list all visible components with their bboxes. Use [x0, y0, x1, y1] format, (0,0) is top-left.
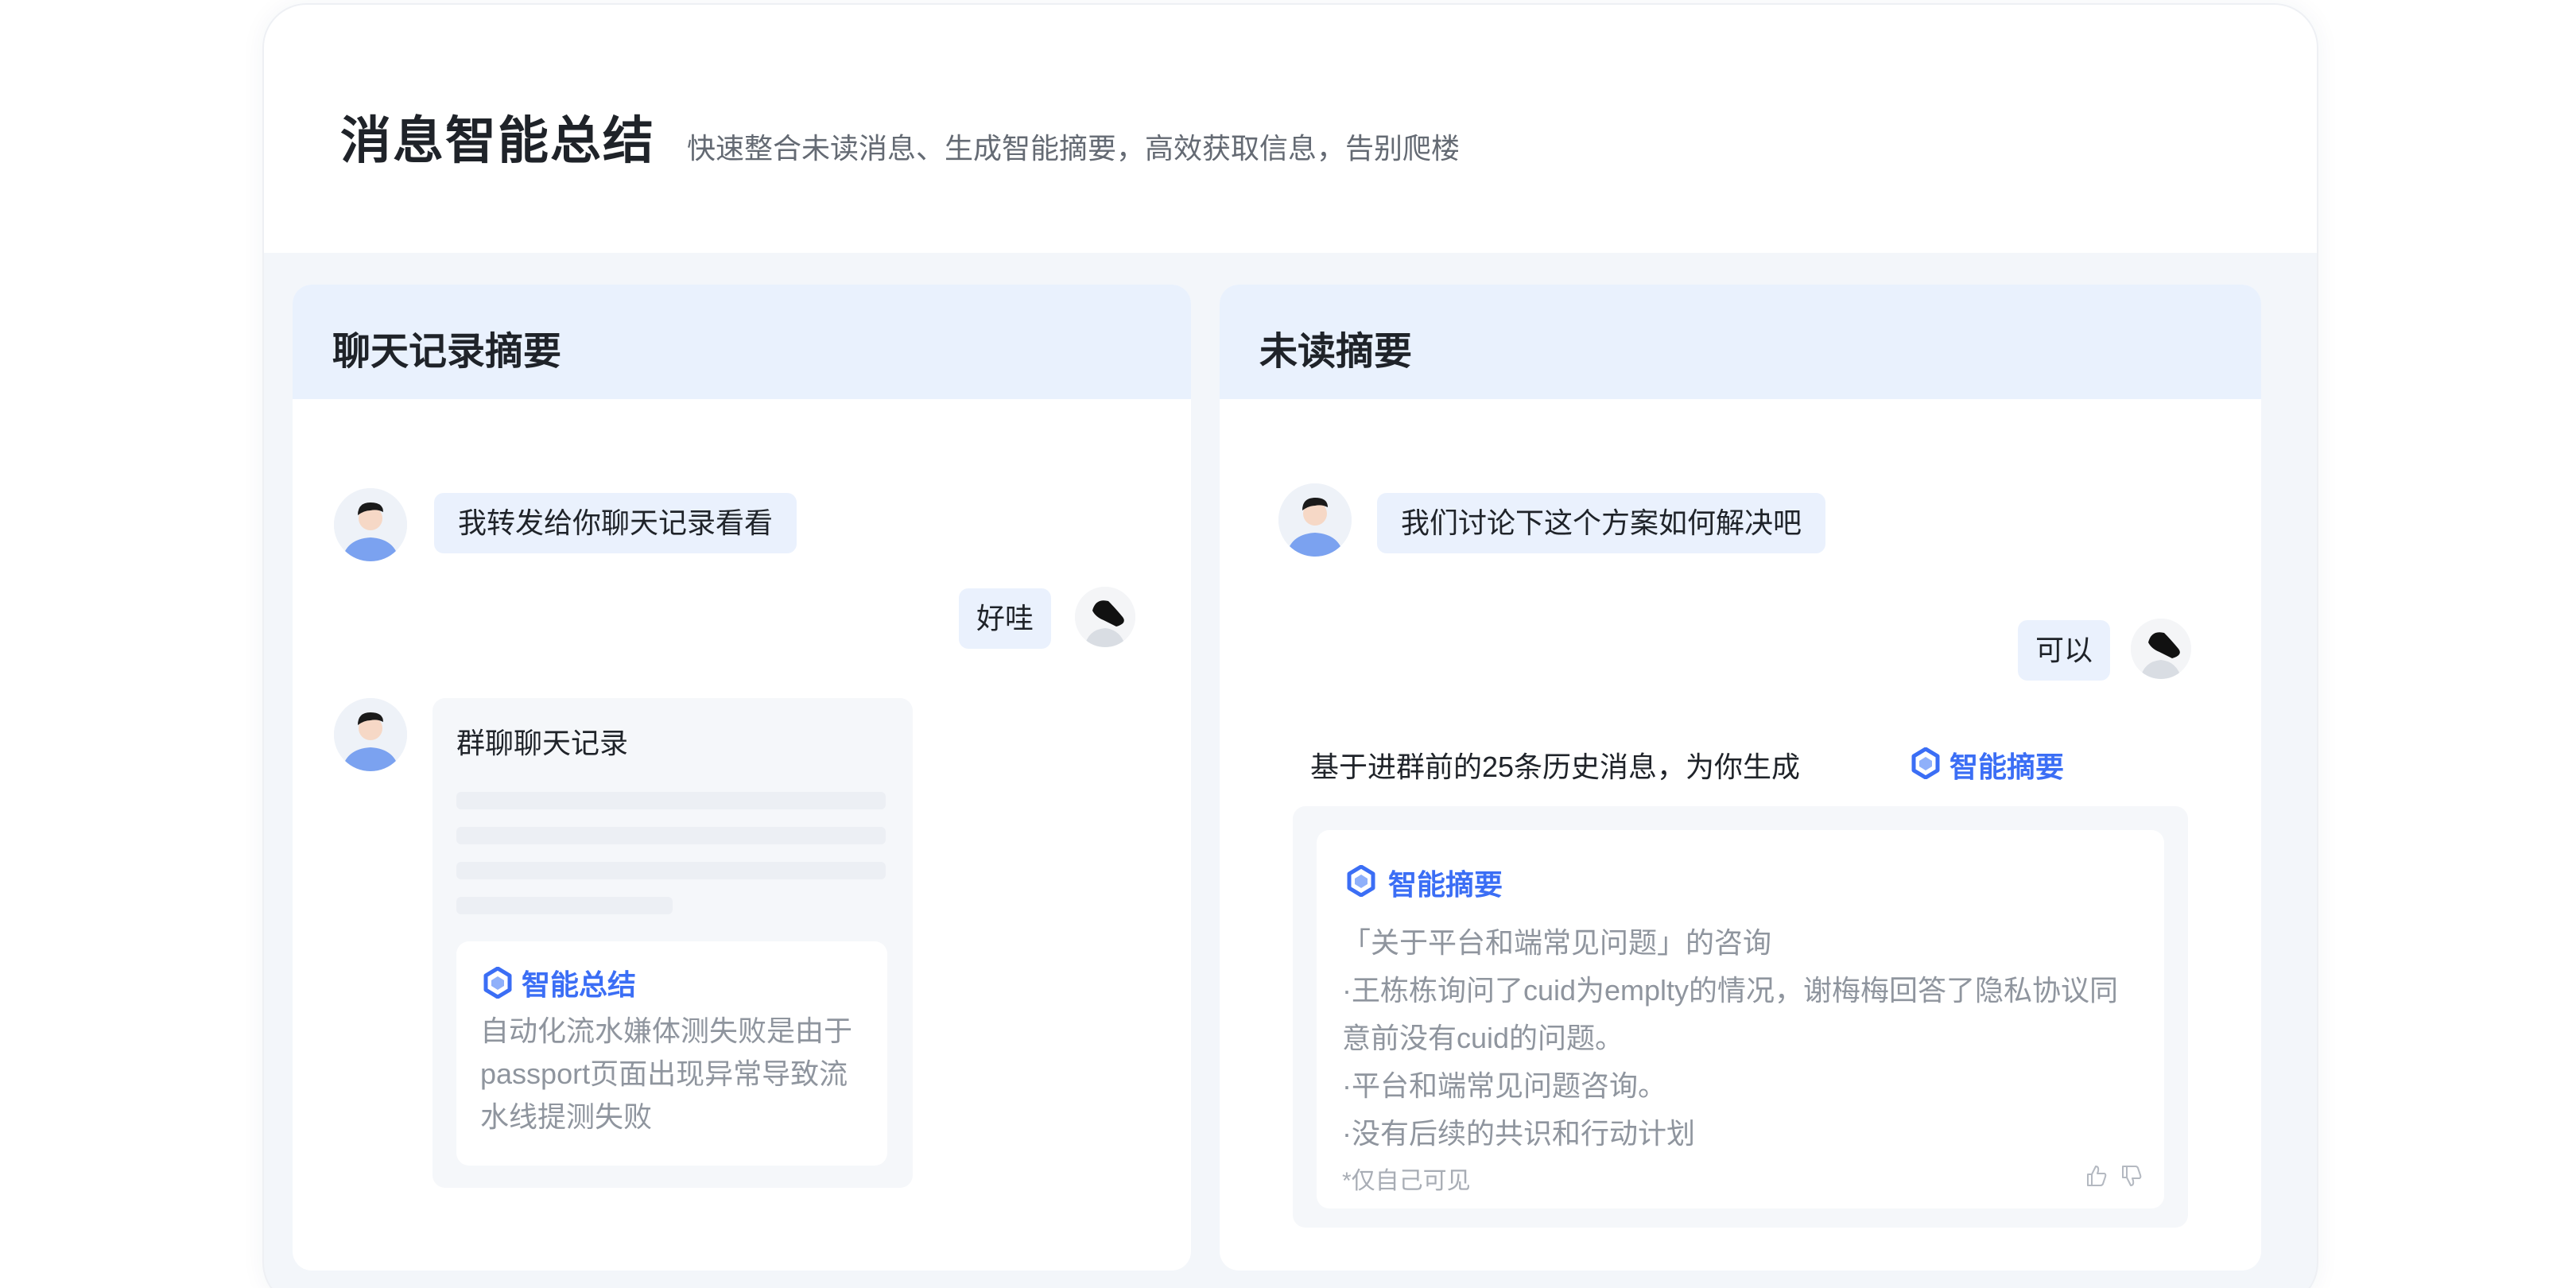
ai-summary-card: 智能摘要 「关于平台和端常见问题」的咨询 ·王栋栋询问了cuid为emplty的… — [1317, 830, 2164, 1208]
thumbs-down-icon[interactable] — [2120, 1164, 2143, 1188]
self-avatar-icon[interactable] — [1075, 587, 1135, 647]
summary-line: ·平台和端常见问题咨询。 — [1342, 1069, 1666, 1102]
skeleton-line — [456, 792, 886, 809]
user-avatar-icon[interactable] — [334, 698, 407, 771]
summary-card-frame: 智能摘要 「关于平台和端常见问题」的咨询 ·王栋栋询问了cuid为emplty的… — [1293, 806, 2188, 1228]
summary-line: 「关于平台和端常见问题」的咨询 — [1342, 926, 1772, 959]
unread-summary-panel: 未读摘要 我们讨论下这个方案如何解决吧 可以 基于进群前的25条历史消息，为你生… — [1220, 285, 2261, 1271]
user-avatar-icon[interactable] — [1278, 483, 1352, 557]
skeleton-line — [456, 827, 886, 844]
page-subtitle: 快速整合未读消息、生成智能摘要，高效获取信息，告别爬楼 — [687, 132, 1461, 165]
self-avatar-icon[interactable] — [2131, 619, 2191, 679]
message-bubble: 我们讨论下这个方案如何解决吧 — [1377, 493, 1826, 553]
thumbs-up-icon[interactable] — [2085, 1164, 2109, 1188]
chat-record-card[interactable]: 群聊聊天记录 智能总结 自动化流水嫌体测失败是由于passport页面出现异常导… — [433, 698, 913, 1188]
message-bubble: 我转发给你聊天记录看看 — [434, 493, 797, 553]
feature-card: 消息智能总结 快速整合未读消息、生成智能摘要，高效获取信息，告别爬楼 聊天记录摘… — [262, 3, 2318, 1288]
panel-header: 聊天记录摘要 — [293, 285, 1191, 399]
ai-summary-card: 智能总结 自动化流水嫌体测失败是由于passport页面出现异常导致流水线提测失… — [456, 941, 887, 1166]
message-bubble: 好哇 — [959, 588, 1052, 649]
summary-list: 「关于平台和端常见问题」的咨询 ·王栋栋询问了cuid为emplty的情况，谢梅… — [1342, 919, 2145, 1158]
chat-record-summary-panel: 聊天记录摘要 我转发给你聊天记录看看 好哇 群聊聊天记录 智能总结 自动化流水嫌… — [293, 285, 1191, 1271]
ai-summary-label: 智能摘要 — [1949, 751, 2065, 783]
panel-title: 聊天记录摘要 — [332, 331, 562, 373]
ai-hexagon-icon — [1911, 747, 1940, 779]
ai-summary-label: 智能总结 — [522, 968, 637, 1001]
ai-hexagon-icon — [483, 967, 512, 999]
record-title: 群聊聊天记录 — [456, 727, 629, 759]
summary-context-text: 基于进群前的25条历史消息，为你生成 — [1310, 751, 1801, 783]
ai-hexagon-icon — [1347, 865, 1375, 897]
visibility-note: *仅自己可见 — [1342, 1168, 1471, 1194]
skeleton-line — [456, 897, 673, 914]
summary-line: ·王栋栋询问了cuid为emplty的情况，谢梅梅回答了隐私协议同意前没有cui… — [1342, 974, 2119, 1054]
panel-header: 未读摘要 — [1220, 285, 2261, 399]
message-bubble: 可以 — [2018, 620, 2111, 681]
ai-summary-text: 自动化流水嫌体测失败是由于passport页面出现异常导致流水线提测失败 — [480, 1014, 853, 1133]
summary-line: ·没有后续的共识和行动计划 — [1342, 1117, 1695, 1150]
feature-header: 消息智能总结 快速整合未读消息、生成智能摘要，高效获取信息，告别爬楼 — [264, 5, 2317, 253]
skeleton-line — [456, 862, 886, 879]
page-title: 消息智能总结 — [340, 112, 655, 169]
ai-summary-label: 智能摘要 — [1388, 868, 1503, 901]
user-avatar-icon[interactable] — [334, 488, 407, 561]
panel-title: 未读摘要 — [1259, 331, 1413, 373]
